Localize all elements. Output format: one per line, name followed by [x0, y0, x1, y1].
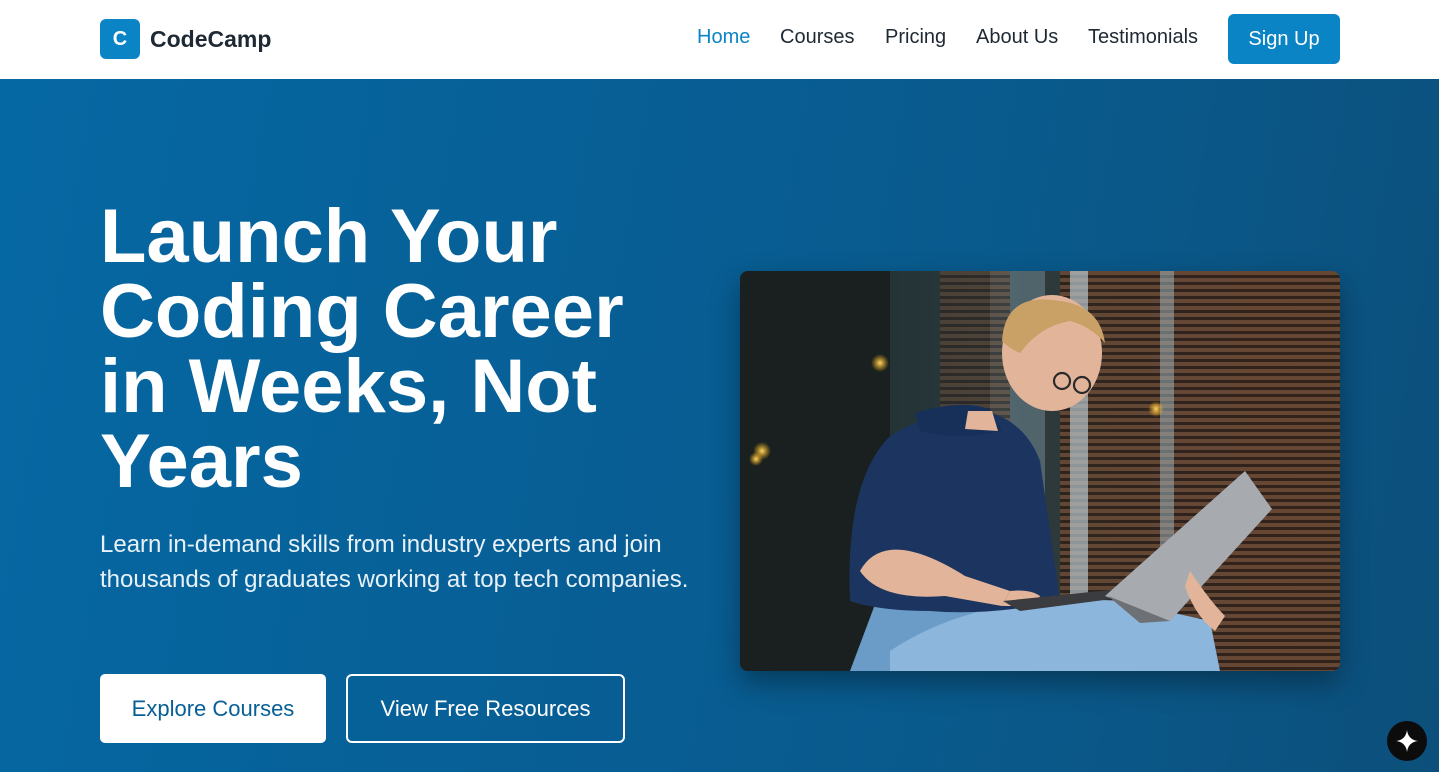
hero-image	[740, 271, 1340, 671]
hero-subtitle: Learn in-demand skills from industry exp…	[100, 531, 689, 593]
nav-item-courses[interactable]: Courses	[780, 26, 854, 49]
site-header: C CodeCamp Home Courses Pricing About Us…	[0, 0, 1439, 79]
sparkle-icon[interactable]	[1387, 721, 1427, 761]
hero-title: Launch Your Coding Career in Weeks, Not …	[100, 194, 624, 504]
nav-item-pricing[interactable]: Pricing	[885, 26, 946, 49]
sign-up-button[interactable]: Sign Up	[1228, 14, 1340, 64]
brand-logo[interactable]: C CodeCamp	[100, 19, 271, 59]
nav-item-home[interactable]: Home	[697, 26, 750, 49]
brand-mark-icon: C	[100, 19, 140, 59]
brand-name: CodeCamp	[150, 25, 272, 52]
nav-item-testimonials[interactable]: Testimonials	[1088, 26, 1198, 49]
explore-courses-button[interactable]: Explore Courses	[100, 674, 326, 743]
hero-section: Launch Your Coding Career in Weeks, Not …	[0, 79, 1439, 772]
view-free-resources-button[interactable]: View Free Resources	[346, 674, 625, 743]
nav-item-about-us[interactable]: About Us	[976, 26, 1058, 49]
student-with-laptop-photo-icon	[740, 271, 1340, 671]
sparkle-shape	[1396, 730, 1418, 752]
